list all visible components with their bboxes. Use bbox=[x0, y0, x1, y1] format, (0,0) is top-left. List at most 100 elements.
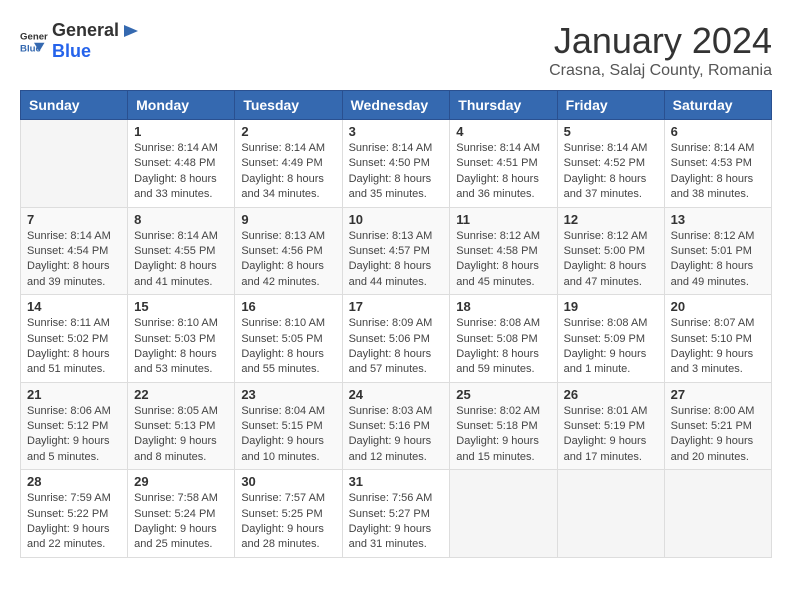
calendar-cell: 18 Sunrise: 8:08 AM Sunset: 5:08 PM Dayli… bbox=[450, 295, 557, 383]
day-info: Sunrise: 8:13 AM Sunset: 4:57 PM Dayligh… bbox=[349, 229, 444, 291]
day-info: Sunrise: 8:05 AM Sunset: 5:13 PM Dayligh… bbox=[134, 404, 228, 466]
day-info: Sunrise: 8:01 AM Sunset: 5:19 PM Dayligh… bbox=[564, 404, 658, 466]
logo-general-text: General bbox=[52, 20, 119, 41]
day-info: Sunrise: 8:09 AM Sunset: 5:06 PM Dayligh… bbox=[349, 316, 444, 378]
day-number: 24 bbox=[349, 387, 444, 402]
day-number: 14 bbox=[27, 299, 121, 314]
calendar-cell: 16 Sunrise: 8:10 AM Sunset: 5:05 PM Dayli… bbox=[235, 295, 342, 383]
calendar-cell bbox=[450, 470, 557, 558]
calendar-cell: 25 Sunrise: 8:02 AM Sunset: 5:18 PM Dayli… bbox=[450, 382, 557, 470]
calendar-cell: 26 Sunrise: 8:01 AM Sunset: 5:19 PM Dayli… bbox=[557, 382, 664, 470]
day-header-sunday: Sunday bbox=[21, 91, 128, 120]
calendar-cell: 4Sunrise: 8:14 AM Sunset: 4:51 PM Daylig… bbox=[450, 120, 557, 208]
days-header-row: SundayMondayTuesdayWednesdayThursdayFrid… bbox=[21, 91, 772, 120]
calendar-cell bbox=[21, 120, 128, 208]
svg-text:General: General bbox=[20, 31, 48, 42]
day-header-monday: Monday bbox=[128, 91, 235, 120]
day-info: Sunrise: 8:10 AM Sunset: 5:05 PM Dayligh… bbox=[241, 316, 335, 378]
day-number: 2 bbox=[241, 124, 335, 139]
calendar-cell: 14 Sunrise: 8:11 AM Sunset: 5:02 PM Dayli… bbox=[21, 295, 128, 383]
day-number: 12 bbox=[564, 212, 658, 227]
day-number: 6 bbox=[671, 124, 765, 139]
day-number: 31 bbox=[349, 474, 444, 489]
day-number: 5 bbox=[564, 124, 658, 139]
logo-blue-text: Blue bbox=[52, 41, 91, 61]
calendar-cell: 19 Sunrise: 8:08 AM Sunset: 5:09 PM Dayli… bbox=[557, 295, 664, 383]
day-info: Sunrise: 8:07 AM Sunset: 5:10 PM Dayligh… bbox=[671, 316, 765, 378]
day-number: 25 bbox=[456, 387, 550, 402]
calendar-cell: 27 Sunrise: 8:00 AM Sunset: 5:21 PM Dayli… bbox=[664, 382, 771, 470]
day-info: Sunrise: 7:58 AM Sunset: 5:24 PM Dayligh… bbox=[134, 491, 228, 553]
day-info: Sunrise: 8:12 AM Sunset: 5:01 PM Dayligh… bbox=[671, 229, 765, 291]
calendar-cell: 17 Sunrise: 8:09 AM Sunset: 5:06 PM Dayli… bbox=[342, 295, 450, 383]
day-number: 10 bbox=[349, 212, 444, 227]
day-header-thursday: Thursday bbox=[450, 91, 557, 120]
day-header-wednesday: Wednesday bbox=[342, 91, 450, 120]
day-number: 27 bbox=[671, 387, 765, 402]
day-info: Sunrise: 8:14 AM Sunset: 4:52 PM Dayligh… bbox=[564, 141, 658, 203]
week-row-2: 7 Sunrise: 8:14 AM Sunset: 4:54 PM Daylig… bbox=[21, 207, 772, 295]
day-number: 22 bbox=[134, 387, 228, 402]
day-info: Sunrise: 8:00 AM Sunset: 5:21 PM Dayligh… bbox=[671, 404, 765, 466]
day-number: 26 bbox=[564, 387, 658, 402]
day-number: 30 bbox=[241, 474, 335, 489]
day-info: Sunrise: 8:14 AM Sunset: 4:49 PM Dayligh… bbox=[241, 141, 335, 203]
day-number: 23 bbox=[241, 387, 335, 402]
day-info: Sunrise: 8:14 AM Sunset: 4:54 PM Dayligh… bbox=[27, 229, 121, 291]
day-info: Sunrise: 8:11 AM Sunset: 5:02 PM Dayligh… bbox=[27, 316, 121, 378]
day-number: 1 bbox=[134, 124, 228, 139]
day-number: 9 bbox=[241, 212, 335, 227]
calendar-cell: 22 Sunrise: 8:05 AM Sunset: 5:13 PM Dayli… bbox=[128, 382, 235, 470]
day-number: 19 bbox=[564, 299, 658, 314]
day-number: 28 bbox=[27, 474, 121, 489]
day-info: Sunrise: 8:06 AM Sunset: 5:12 PM Dayligh… bbox=[27, 404, 121, 466]
day-number: 15 bbox=[134, 299, 228, 314]
day-number: 7 bbox=[27, 212, 121, 227]
calendar-cell: 1 Sunrise: 8:14 AM Sunset: 4:48 PM Daylig… bbox=[128, 120, 235, 208]
day-info: Sunrise: 8:13 AM Sunset: 4:56 PM Dayligh… bbox=[241, 229, 335, 291]
day-header-saturday: Saturday bbox=[664, 91, 771, 120]
calendar-cell bbox=[557, 470, 664, 558]
day-number: 17 bbox=[349, 299, 444, 314]
calendar-cell: 5 Sunrise: 8:14 AM Sunset: 4:52 PM Daylig… bbox=[557, 120, 664, 208]
day-info: Sunrise: 8:14 AM Sunset: 4:48 PM Dayligh… bbox=[134, 141, 228, 203]
calendar-cell: 24Sunrise: 8:03 AM Sunset: 5:16 PM Dayli… bbox=[342, 382, 450, 470]
day-info: Sunrise: 8:10 AM Sunset: 5:03 PM Dayligh… bbox=[134, 316, 228, 378]
day-info: Sunrise: 8:02 AM Sunset: 5:18 PM Dayligh… bbox=[456, 404, 550, 466]
day-info: Sunrise: 8:14 AM Sunset: 4:53 PM Dayligh… bbox=[671, 141, 765, 203]
calendar-cell: 28Sunrise: 7:59 AM Sunset: 5:22 PM Dayli… bbox=[21, 470, 128, 558]
calendar-subtitle: Crasna, Salaj County, Romania bbox=[549, 62, 772, 80]
day-info: Sunrise: 8:08 AM Sunset: 5:09 PM Dayligh… bbox=[564, 316, 658, 378]
week-row-5: 28Sunrise: 7:59 AM Sunset: 5:22 PM Dayli… bbox=[21, 470, 772, 558]
calendar-cell: 12 Sunrise: 8:12 AM Sunset: 5:00 PM Dayli… bbox=[557, 207, 664, 295]
day-info: Sunrise: 8:08 AM Sunset: 5:08 PM Dayligh… bbox=[456, 316, 550, 378]
day-info: Sunrise: 8:12 AM Sunset: 5:00 PM Dayligh… bbox=[564, 229, 658, 291]
calendar-title: January 2024 bbox=[549, 20, 772, 62]
day-info: Sunrise: 8:14 AM Sunset: 4:55 PM Dayligh… bbox=[134, 229, 228, 291]
calendar-cell: 3Sunrise: 8:14 AM Sunset: 4:50 PM Daylig… bbox=[342, 120, 450, 208]
header: General Blue General Blue January 2024 C… bbox=[20, 20, 772, 80]
day-number: 18 bbox=[456, 299, 550, 314]
day-number: 29 bbox=[134, 474, 228, 489]
title-area: January 2024 Crasna, Salaj County, Roman… bbox=[549, 20, 772, 80]
day-number: 4 bbox=[456, 124, 550, 139]
day-number: 21 bbox=[27, 387, 121, 402]
day-header-friday: Friday bbox=[557, 91, 664, 120]
day-number: 16 bbox=[241, 299, 335, 314]
week-row-3: 14 Sunrise: 8:11 AM Sunset: 5:02 PM Dayli… bbox=[21, 295, 772, 383]
calendar-cell: 23Sunrise: 8:04 AM Sunset: 5:15 PM Dayli… bbox=[235, 382, 342, 470]
calendar-cell: 29 Sunrise: 7:58 AM Sunset: 5:24 PM Dayli… bbox=[128, 470, 235, 558]
day-number: 3 bbox=[349, 124, 444, 139]
calendar-cell: 11Sunrise: 8:12 AM Sunset: 4:58 PM Dayli… bbox=[450, 207, 557, 295]
day-header-tuesday: Tuesday bbox=[235, 91, 342, 120]
calendar-cell: 2 Sunrise: 8:14 AM Sunset: 4:49 PM Daylig… bbox=[235, 120, 342, 208]
calendar-table: SundayMondayTuesdayWednesdayThursdayFrid… bbox=[20, 90, 772, 558]
logo-flag-icon bbox=[120, 21, 140, 41]
logo: General Blue General Blue bbox=[20, 20, 141, 62]
calendar-cell: 15 Sunrise: 8:10 AM Sunset: 5:03 PM Dayli… bbox=[128, 295, 235, 383]
calendar-cell: 6 Sunrise: 8:14 AM Sunset: 4:53 PM Daylig… bbox=[664, 120, 771, 208]
day-info: Sunrise: 7:57 AM Sunset: 5:25 PM Dayligh… bbox=[241, 491, 335, 553]
calendar-cell: 13Sunrise: 8:12 AM Sunset: 5:01 PM Dayli… bbox=[664, 207, 771, 295]
calendar-cell: 9 Sunrise: 8:13 AM Sunset: 4:56 PM Daylig… bbox=[235, 207, 342, 295]
calendar-cell: 7 Sunrise: 8:14 AM Sunset: 4:54 PM Daylig… bbox=[21, 207, 128, 295]
